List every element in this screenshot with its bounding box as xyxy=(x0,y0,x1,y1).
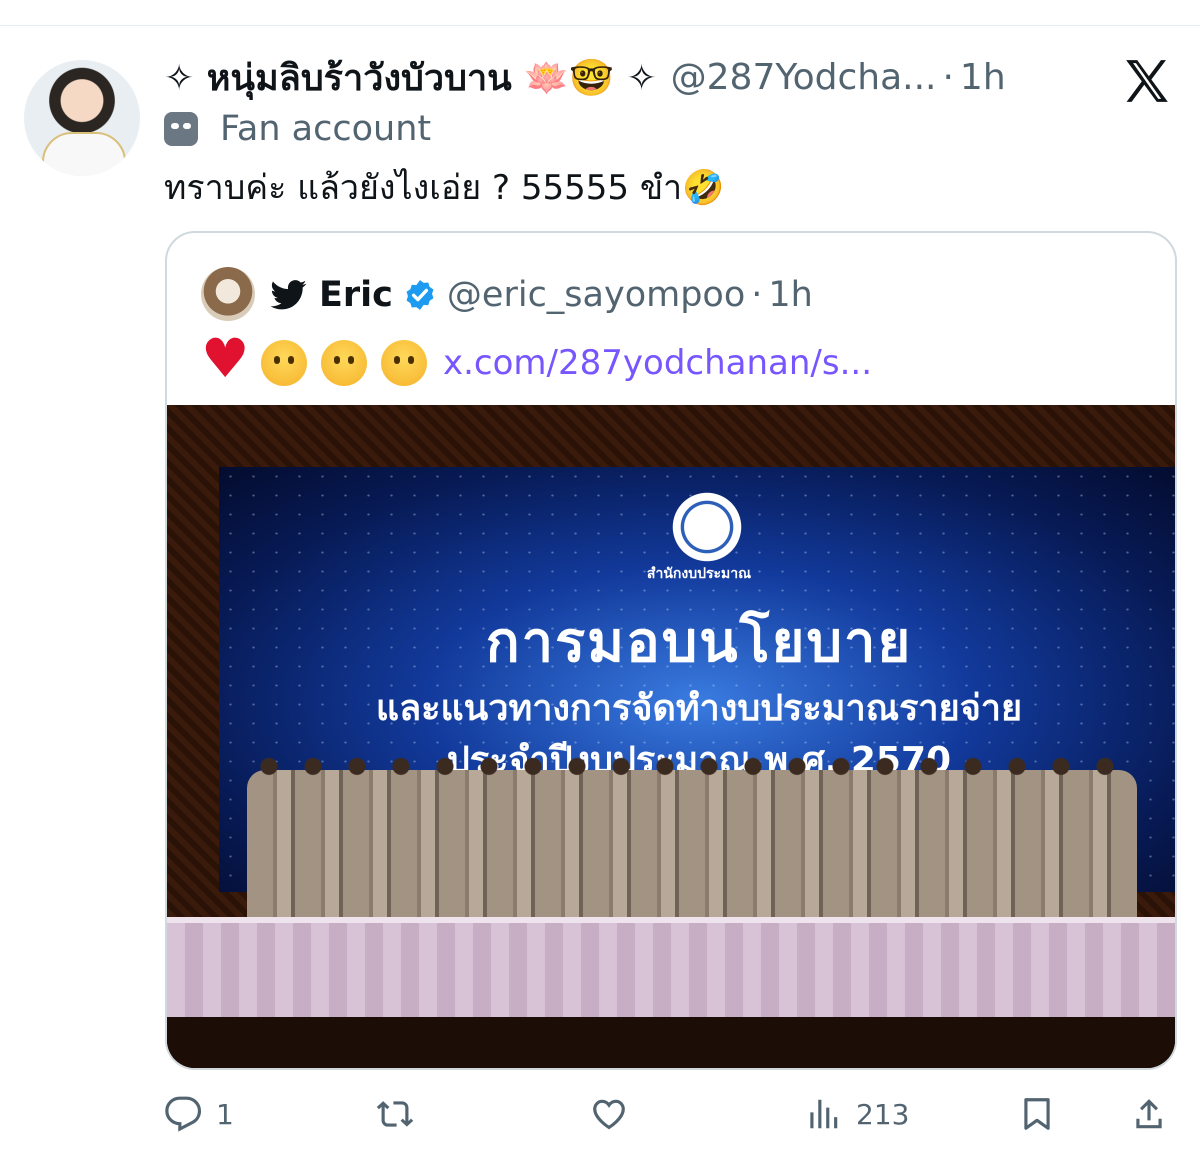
top-divider xyxy=(0,25,1200,26)
floor xyxy=(167,1017,1175,1068)
tweet-text: ทราบค่ะ แล้วยังไงเอ่ย ? 55555 ขำ🤣 xyxy=(164,168,725,208)
share-icon xyxy=(1136,1099,1162,1129)
banner-line-1: การมอบนโยบาย xyxy=(485,610,913,675)
theater-mask-icon xyxy=(164,112,198,146)
pleading-face-icon xyxy=(261,340,307,386)
budget-bureau-seal-icon xyxy=(667,487,747,567)
rolling-laughing-face-icon xyxy=(381,340,427,386)
reply-button[interactable]: 1 xyxy=(164,1086,234,1142)
views-bar-chart-icon xyxy=(810,1099,838,1129)
group-of-officials xyxy=(247,752,1137,920)
author-display-name[interactable]: ✧ หนุ่มลิบร้าวังบัวบาน 🪷🤓 ✧ xyxy=(164,49,657,106)
quoted-link[interactable]: x.com/287yodchanan/s... xyxy=(443,343,872,383)
author-avatar[interactable] xyxy=(24,60,140,176)
quoted-media-photo[interactable]: สำนักงบประมาณ การมอบนโยบาย และแนวทางการจ… xyxy=(167,405,1175,1068)
quoted-tweet-time[interactable]: 1h xyxy=(768,275,812,315)
quoted-author-avatar[interactable] xyxy=(201,267,255,321)
reply-icon xyxy=(165,1096,202,1132)
tweet-header: ✧ หนุ่มลิบร้าวังบัวบาน 🪷🤓 ✧ @287Yodcha..… xyxy=(164,54,1006,100)
stage-skirt xyxy=(167,917,1175,1023)
bookmark-icon xyxy=(1024,1098,1050,1130)
repost-icon xyxy=(376,1101,414,1127)
reply-count: 1 xyxy=(216,1097,234,1131)
hand-over-mouth-face-icon xyxy=(321,340,367,386)
red-heart-icon xyxy=(201,332,249,386)
account-label-row: Fan account xyxy=(164,106,431,152)
like-button[interactable] xyxy=(590,1086,628,1142)
quoted-author-handle[interactable]: @eric_sayompoo xyxy=(447,275,745,315)
heart-outline-icon xyxy=(593,1099,625,1130)
action-bar: 1 213 xyxy=(164,1086,1176,1142)
repost-button[interactable] xyxy=(376,1086,414,1142)
verified-badge-icon xyxy=(406,280,434,310)
banner-line-2: และแนวทางการจัดทำงบประมาณรายจ่าย xyxy=(375,688,1023,729)
views-button[interactable]: 213 xyxy=(804,1086,909,1142)
author-handle[interactable]: @287Yodcha... xyxy=(671,57,937,98)
office-label: สำนักงบประมาณ xyxy=(646,566,752,582)
separator-dot: · xyxy=(942,56,954,98)
quoted-author-name[interactable]: Eric xyxy=(319,275,393,315)
quoted-tweet-text: x.com/287yodchanan/s... xyxy=(201,332,872,391)
views-count: 213 xyxy=(856,1097,910,1131)
bird-icon xyxy=(271,280,307,310)
bookmark-button[interactable] xyxy=(1018,1086,1056,1142)
quoted-tweet-card[interactable]: Eric @eric_sayompoo · 1h x.com/287yodcha… xyxy=(165,231,1177,1070)
quoted-separator-dot: · xyxy=(751,275,763,315)
quoted-tweet-header: Eric @eric_sayompoo · 1h xyxy=(271,269,813,321)
tweet-time[interactable]: 1h xyxy=(960,57,1006,98)
fan-account-label: Fan account xyxy=(220,109,432,149)
x-logo-icon[interactable] xyxy=(1122,56,1172,106)
share-button[interactable] xyxy=(1130,1086,1168,1142)
